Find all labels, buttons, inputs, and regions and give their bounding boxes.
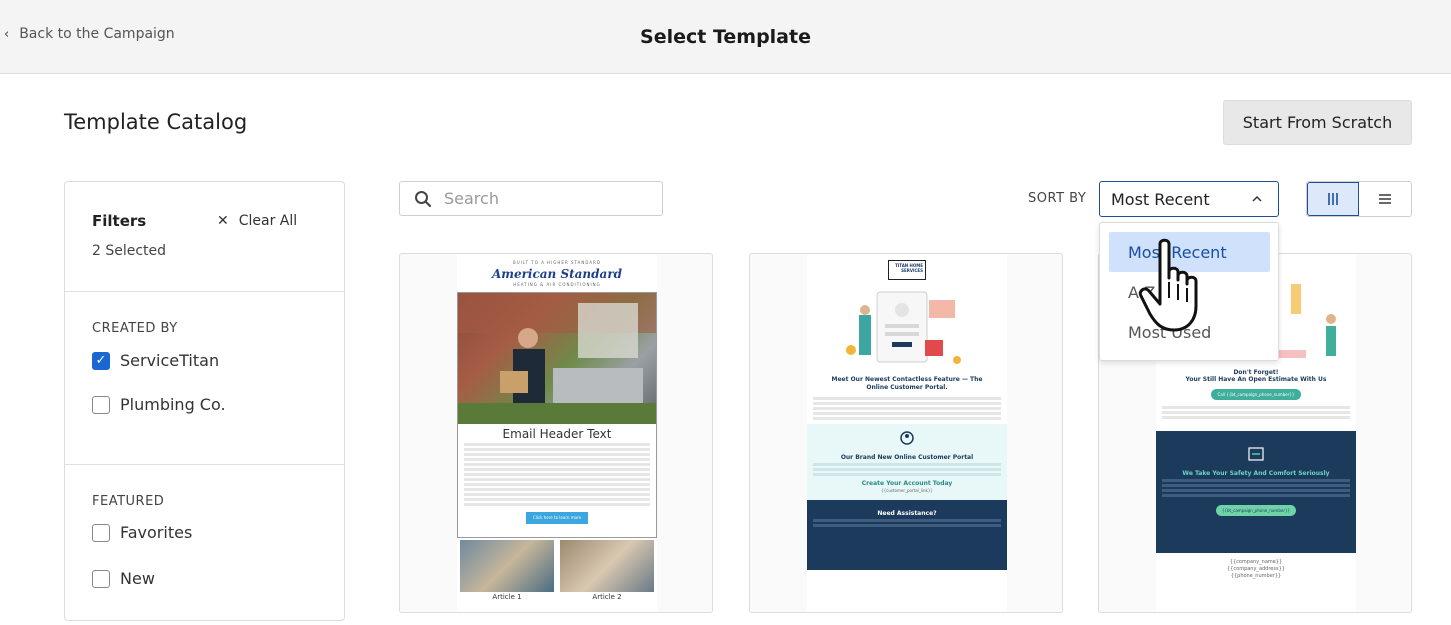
brand-sub: HEATING & AIR CONDITIONING [513,282,601,287]
checkbox-icon[interactable] [92,395,110,414]
brand-tagline: BUILT TO A HIGHER STANDARD [513,260,601,265]
email-header-text: Email Header Text [502,427,612,441]
filter-option-label: Plumbing Co. [120,395,226,414]
search-box[interactable] [399,181,663,216]
article-label: Article 1 [492,593,522,601]
template-preview: BUILT TO A HIGHER STANDARD American Stan… [457,254,657,612]
template-subheadline: Your Still Have An Open Estimate With Us [1185,376,1327,383]
body-text-lines [458,443,656,506]
article-row: Article 1 Article 2 [460,540,654,601]
illustration [807,280,1007,376]
filter-option-label: ServiceTitan [120,351,220,370]
clear-all-button[interactable]: ✕ Clear All [217,213,297,229]
footer-line: {{company_name}} [1229,559,1283,565]
checkbox-checked-icon[interactable]: ✓ [92,351,110,370]
filter-option-label: Favorites [120,523,193,542]
section-title: Our Brand New Online Customer Portal [840,454,974,461]
template-headline: Meet Our Newest Contactless Feature — Th… [831,376,983,391]
template-card[interactable]: TITAN HOME SERVICES Meet Our Newest Cont… [749,253,1063,613]
selected-count: 2 Selected [92,243,167,259]
footer-line: {{company_address}} [1227,566,1285,572]
filter-option-label: New [120,569,155,588]
list-icon [1379,194,1391,204]
filter-option-favorites[interactable]: Favorites [92,523,192,542]
featured-title: FEATURED [92,494,165,509]
featured-group: FEATURED Favorites New [65,465,344,625]
article-2: Article 2 [560,540,654,601]
titan-logo: TITAN HOME SERVICES [888,260,926,280]
section-title: We Take Your Safety And Comfort Seriousl… [1182,470,1330,477]
sort-by-label: SORT BY [1028,191,1087,206]
footer-title: Need Assistance? [877,510,937,517]
filters-header: Filters ✕ Clear All 2 Selected [65,182,344,292]
start-from-scratch-button[interactable]: Start From Scratch [1223,100,1412,145]
checkbox-icon[interactable] [92,569,110,588]
filter-option-plumbing-co[interactable]: Plumbing Co. [92,395,226,414]
footer-line: {{phone_number}} [1230,573,1282,579]
email-body: Email Header Text Click here to learn mo… [457,292,657,538]
template-headline: Don't Forget! [1233,369,1279,376]
filter-option-servicetitan[interactable]: ✓ ServiceTitan [92,351,219,370]
created-by-title: CREATED BY [92,321,178,336]
columns-icon [1328,193,1338,205]
sort-selected-value: Most Recent [1111,189,1210,209]
template-footer: {{company_name}} {{company_address}} {{p… [1156,559,1356,580]
filters-panel: Filters ✕ Clear All 2 Selected CREATED B… [64,181,345,621]
list-view-button[interactable] [1359,182,1411,216]
safety-section: We Take Your Safety And Comfort Seriousl… [1156,431,1356,553]
checkbox-icon[interactable] [92,523,110,542]
clear-all-label: Clear All [238,213,298,229]
filter-option-new[interactable]: New [92,569,155,588]
hand-pointer-icon [1138,238,1198,332]
phone-button: Call {{bt_campaign_phone_number}} [1211,389,1301,400]
sort-select[interactable]: Most Recent [1099,181,1279,217]
top-bar: ‹ Back to the Campaign Select Template [0,0,1451,74]
brand-logo: American Standard [491,267,623,281]
technician-photo [458,293,656,424]
created-by-group: CREATED BY ✓ ServiceTitan Plumbing Co. [65,292,344,465]
cta-button: Click here to learn more [526,512,588,524]
assistance-footer: Need Assistance? [807,500,1007,570]
portal-link: {{customer_portal_link}} [881,488,933,493]
filters-title: Filters [92,212,147,230]
search-icon [415,190,432,207]
page-title: Select Template [640,26,811,48]
body-text-lines [807,397,1007,420]
chevron-up-icon [1252,195,1262,202]
search-input[interactable] [444,189,634,208]
close-icon: ✕ [217,213,229,229]
catalog-title: Template Catalog [64,110,248,134]
template-preview: TITAN HOME SERVICES Meet Our Newest Cont… [807,254,1007,612]
article-label: Article 2 [592,593,622,601]
template-card[interactable]: BUILT TO A HIGHER STANDARD American Stan… [399,253,713,613]
article-1: Article 1 [460,540,554,601]
view-toggle [1306,181,1412,217]
grid-view-button[interactable] [1307,182,1360,216]
body-text-lines [1156,406,1356,419]
create-account-cta: Create Your Account Today [861,480,953,487]
portal-section: Our Brand New Online Customer Portal Cre… [807,424,1007,500]
phone-button: {{bt_campaign_phone_number}} [1216,505,1296,516]
